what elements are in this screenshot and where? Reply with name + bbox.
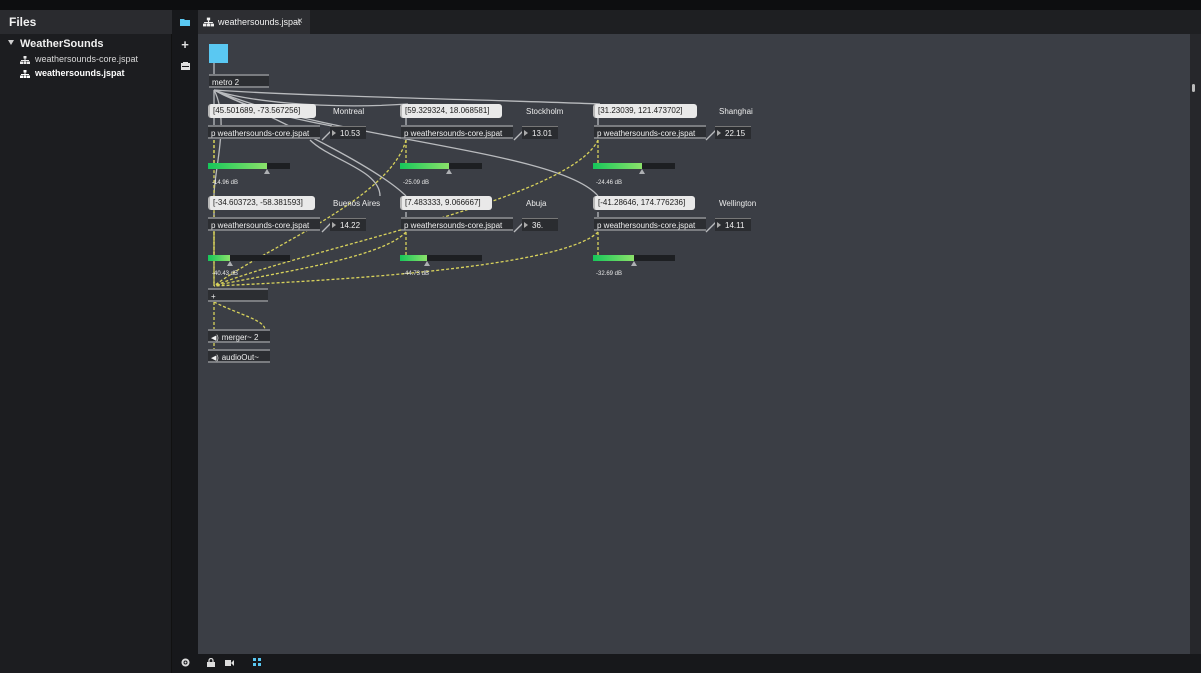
sum-object[interactable]: + — [208, 288, 268, 302]
level-meter-abuja[interactable] — [400, 255, 482, 266]
play-triangle-icon — [524, 222, 528, 228]
clipboard-icon[interactable] — [178, 59, 192, 73]
number-box-wellington[interactable]: 14.11 — [715, 218, 751, 231]
tree-folder-weathersounds[interactable]: WeatherSounds — [0, 37, 172, 53]
number-box-montreal[interactable]: 10.53 — [330, 126, 366, 139]
sidebar-header: Files — [0, 10, 172, 34]
level-meter-montreal[interactable] — [208, 163, 290, 174]
tree-folder-label: WeatherSounds — [20, 38, 104, 50]
number-value: 13.01 — [532, 129, 553, 138]
coords-message-wellington[interactable]: [-41.28646, 174.776236] — [593, 196, 695, 210]
audio-out-label: audioOut~ — [221, 353, 259, 362]
merger-label: merger~ 2 — [221, 333, 259, 342]
subpatch-object-wellington[interactable]: p weathersounds-core.jspat — [594, 217, 706, 231]
tree-file-main[interactable]: weathersounds.jspat — [0, 67, 172, 81]
play-triangle-icon — [332, 222, 336, 228]
title-strip — [0, 0, 1201, 10]
db-readout-buenos-aires: -40.43 dB — [212, 271, 239, 277]
patcher-file-icon — [20, 70, 30, 78]
db-readout-wellington: -32.69 dB — [596, 271, 623, 277]
tree-file-label: weathersounds-core.jspat — [35, 54, 139, 64]
grid-icon[interactable] — [251, 658, 263, 669]
coords-message-stockholm[interactable]: [59.329324, 18.068581] — [400, 104, 502, 118]
merger-object[interactable]: ◀) merger~ 2 — [208, 329, 270, 343]
file-sidebar: Files WeatherSounds weathersounds-core.j… — [0, 10, 172, 673]
db-readout-abuja: -44.73 dB — [403, 271, 430, 277]
meter-thumb[interactable] — [424, 261, 430, 266]
patcher-file-icon — [20, 56, 30, 64]
db-readout-shanghai: -24.46 dB — [596, 180, 623, 186]
number-value: 36. — [532, 221, 544, 230]
app-window: Files WeatherSounds weathersounds-core.j… — [0, 0, 1201, 673]
number-box-shanghai[interactable]: 22.15 — [715, 126, 751, 139]
coords-message-montreal[interactable]: [45.501689, -73.567256] — [208, 104, 316, 118]
metro-object[interactable]: metro 2 — [209, 74, 269, 88]
tab-weathersounds[interactable]: weathersounds.jspat × — [198, 10, 310, 34]
meter-thumb[interactable] — [264, 169, 270, 174]
city-label-stockholm: Stockholm — [526, 107, 564, 116]
vertical-scrollbar[interactable] — [1190, 34, 1201, 654]
coords-message-shanghai[interactable]: [31.23039, 121.473702] — [593, 104, 697, 118]
coords-message-buenos-aires[interactable]: [-34.603723, -58.381593] — [208, 196, 315, 210]
city-label-montreal: Montreal — [333, 107, 365, 116]
meter-fill — [400, 163, 449, 169]
meter-fill — [593, 255, 634, 261]
chevron-down-icon[interactable] — [8, 40, 14, 45]
toggle-button[interactable] — [209, 44, 228, 63]
presentation-icon[interactable] — [223, 658, 235, 669]
subpatch-object-shanghai[interactable]: p weathersounds-core.jspat — [594, 125, 706, 139]
speaker-icon: ◀) — [211, 355, 219, 362]
city-label-wellington: Wellington — [719, 199, 757, 208]
meter-thumb[interactable] — [631, 261, 637, 266]
folder-icon[interactable] — [178, 15, 192, 29]
play-triangle-icon — [717, 222, 721, 228]
tree-file-core[interactable]: weathersounds-core.jspat — [0, 53, 172, 67]
city-label-buenos-aires: Buenos Aires — [333, 199, 381, 208]
speaker-icon: ◀) — [211, 335, 219, 342]
bottom-toolbar — [172, 654, 1201, 673]
city-label-abuja: Abuja — [526, 199, 547, 208]
db-readout-montreal: -14.96 dB — [212, 180, 239, 186]
meter-fill — [400, 255, 427, 261]
play-triangle-icon — [332, 130, 336, 136]
tool-column: + — [172, 10, 198, 673]
level-meter-shanghai[interactable] — [593, 163, 675, 174]
lock-icon[interactable] — [205, 657, 217, 669]
number-box-abuja[interactable]: 36. — [522, 218, 558, 231]
patcher-file-icon — [203, 17, 214, 27]
subpatch-object-montreal[interactable]: p weathersounds-core.jspat — [208, 125, 320, 139]
number-value: 14.11 — [725, 221, 745, 230]
level-meter-stockholm[interactable] — [400, 163, 482, 174]
meter-thumb[interactable] — [227, 261, 233, 266]
scrollbar-thumb[interactable] — [1192, 84, 1195, 92]
play-triangle-icon — [524, 130, 528, 136]
number-value: 14.22 — [340, 221, 361, 230]
level-meter-wellington[interactable] — [593, 255, 675, 266]
subpatch-object-buenos-aires[interactable]: p weathersounds-core.jspat — [208, 217, 320, 231]
number-value: 22.15 — [725, 129, 746, 138]
add-button[interactable]: + — [178, 38, 192, 52]
tab-bar: weathersounds.jspat × — [198, 10, 1201, 34]
number-box-stockholm[interactable]: 13.01 — [522, 126, 558, 139]
subpatch-object-abuja[interactable]: p weathersounds-core.jspat — [401, 217, 513, 231]
play-triangle-icon — [717, 130, 721, 136]
meter-fill — [593, 163, 642, 169]
close-icon[interactable]: × — [297, 16, 303, 27]
sidebar-title: Files — [9, 15, 37, 29]
number-box-buenos-aires[interactable]: 14.22 — [330, 218, 366, 231]
tab-label: weathersounds.jspat — [218, 17, 301, 27]
subpatch-object-stockholm[interactable]: p weathersounds-core.jspat — [401, 125, 513, 139]
level-meter-buenos-aires[interactable] — [208, 255, 290, 266]
db-readout-stockholm: -25.09 dB — [403, 180, 430, 186]
meter-thumb[interactable] — [446, 169, 452, 174]
number-value: 10.53 — [340, 129, 361, 138]
audio-out-object[interactable]: ◀) audioOut~ — [208, 349, 270, 363]
meter-fill — [208, 163, 267, 169]
tree-file-label: weathersounds.jspat — [35, 68, 125, 78]
meter-thumb[interactable] — [639, 169, 645, 174]
city-label-shanghai: Shanghai — [719, 107, 753, 116]
gear-icon[interactable] — [179, 658, 191, 669]
coords-message-abuja[interactable]: [7.483333, 9.066667] — [400, 196, 492, 210]
